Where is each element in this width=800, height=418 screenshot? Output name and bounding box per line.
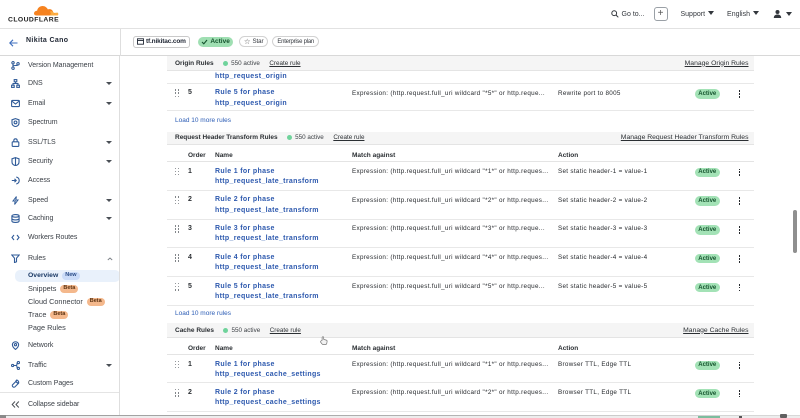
svg-text:CLOUDFLARE: CLOUDFLARE	[8, 16, 59, 23]
